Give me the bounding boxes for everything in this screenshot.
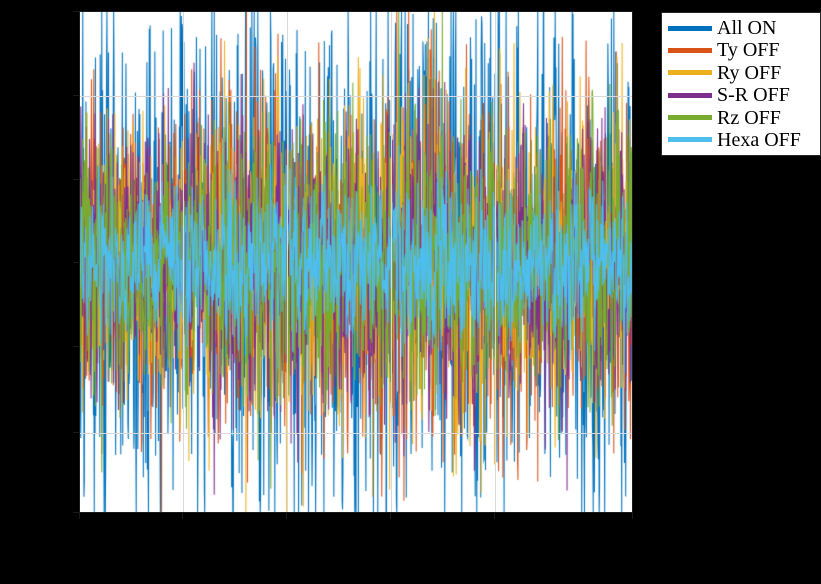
ytick-label: 0 bbox=[59, 252, 69, 272]
legend-label: Rz OFF bbox=[717, 106, 781, 129]
legend-box[interactable]: All ON Ty OFF Ry OFF S-R OFF Rz OFF Hexa… bbox=[661, 12, 821, 156]
xtick-label: 5 bbox=[627, 520, 637, 539]
legend-label: Ty OFF bbox=[717, 39, 780, 62]
legend-entry-all-on[interactable]: All ON bbox=[662, 17, 820, 39]
legend-swatch-line-icon bbox=[668, 92, 712, 98]
xtick-label: 3 bbox=[385, 520, 395, 539]
legend-label: S-R OFF bbox=[717, 84, 790, 107]
legend-swatch-line-icon bbox=[668, 115, 712, 121]
xtick-mark bbox=[79, 513, 80, 519]
ytick-label: 2 bbox=[59, 85, 69, 105]
legend-entry-rz-off[interactable]: Rz OFF bbox=[662, 107, 820, 129]
ytick-label: -2 bbox=[53, 422, 68, 442]
legend-swatch-line-icon bbox=[668, 47, 712, 53]
xtick-label: 2 bbox=[281, 520, 291, 539]
legend-swatch-line-icon bbox=[668, 70, 712, 76]
xtick-mark bbox=[182, 513, 183, 519]
xtick-mark bbox=[390, 513, 391, 519]
figure-canvas: 0 1 2 3 4 5 -3 -2 -1 0 1 2 3 Time [s] Am… bbox=[0, 0, 821, 584]
ytick-label: -3 bbox=[53, 502, 68, 522]
legend-label: Hexa OFF bbox=[717, 128, 801, 151]
legend-entry-ty-off[interactable]: Ty OFF bbox=[662, 39, 820, 61]
xtick-label: 4 bbox=[489, 520, 499, 539]
ytick-mark bbox=[73, 179, 79, 180]
xtick-label: 1 bbox=[177, 520, 187, 539]
legend-swatch-line-icon bbox=[668, 137, 712, 143]
ytick-mark bbox=[73, 262, 79, 263]
ytick-mark bbox=[73, 95, 79, 96]
legend-entry-ry-off[interactable]: Ry OFF bbox=[662, 62, 820, 84]
ytick-mark bbox=[73, 432, 79, 433]
ytick-label: 1 bbox=[59, 169, 69, 189]
xtick-mark bbox=[494, 513, 495, 519]
xtick-label: 0 bbox=[74, 520, 84, 539]
xtick-mark bbox=[632, 513, 633, 519]
x-axis-label: Time [s] bbox=[325, 548, 387, 568]
ytick-mark bbox=[73, 512, 79, 513]
y-axis-label: Amplitude bbox=[7, 223, 28, 301]
legend-label: Ry OFF bbox=[717, 61, 782, 84]
ytick-mark bbox=[73, 11, 79, 12]
plot-axes[interactable] bbox=[79, 11, 633, 513]
legend-label: All ON bbox=[717, 17, 777, 39]
legend-swatch-line-icon bbox=[668, 25, 712, 31]
series-plot-area bbox=[80, 12, 632, 512]
legend-entry-s-r-off[interactable]: S-R OFF bbox=[662, 84, 820, 106]
xtick-mark bbox=[286, 513, 287, 519]
ytick-mark bbox=[73, 346, 79, 347]
ytick-label: 3 bbox=[59, 1, 69, 21]
ytick-label: -1 bbox=[53, 336, 68, 356]
legend-entry-hexa-off[interactable]: Hexa OFF bbox=[662, 129, 820, 151]
